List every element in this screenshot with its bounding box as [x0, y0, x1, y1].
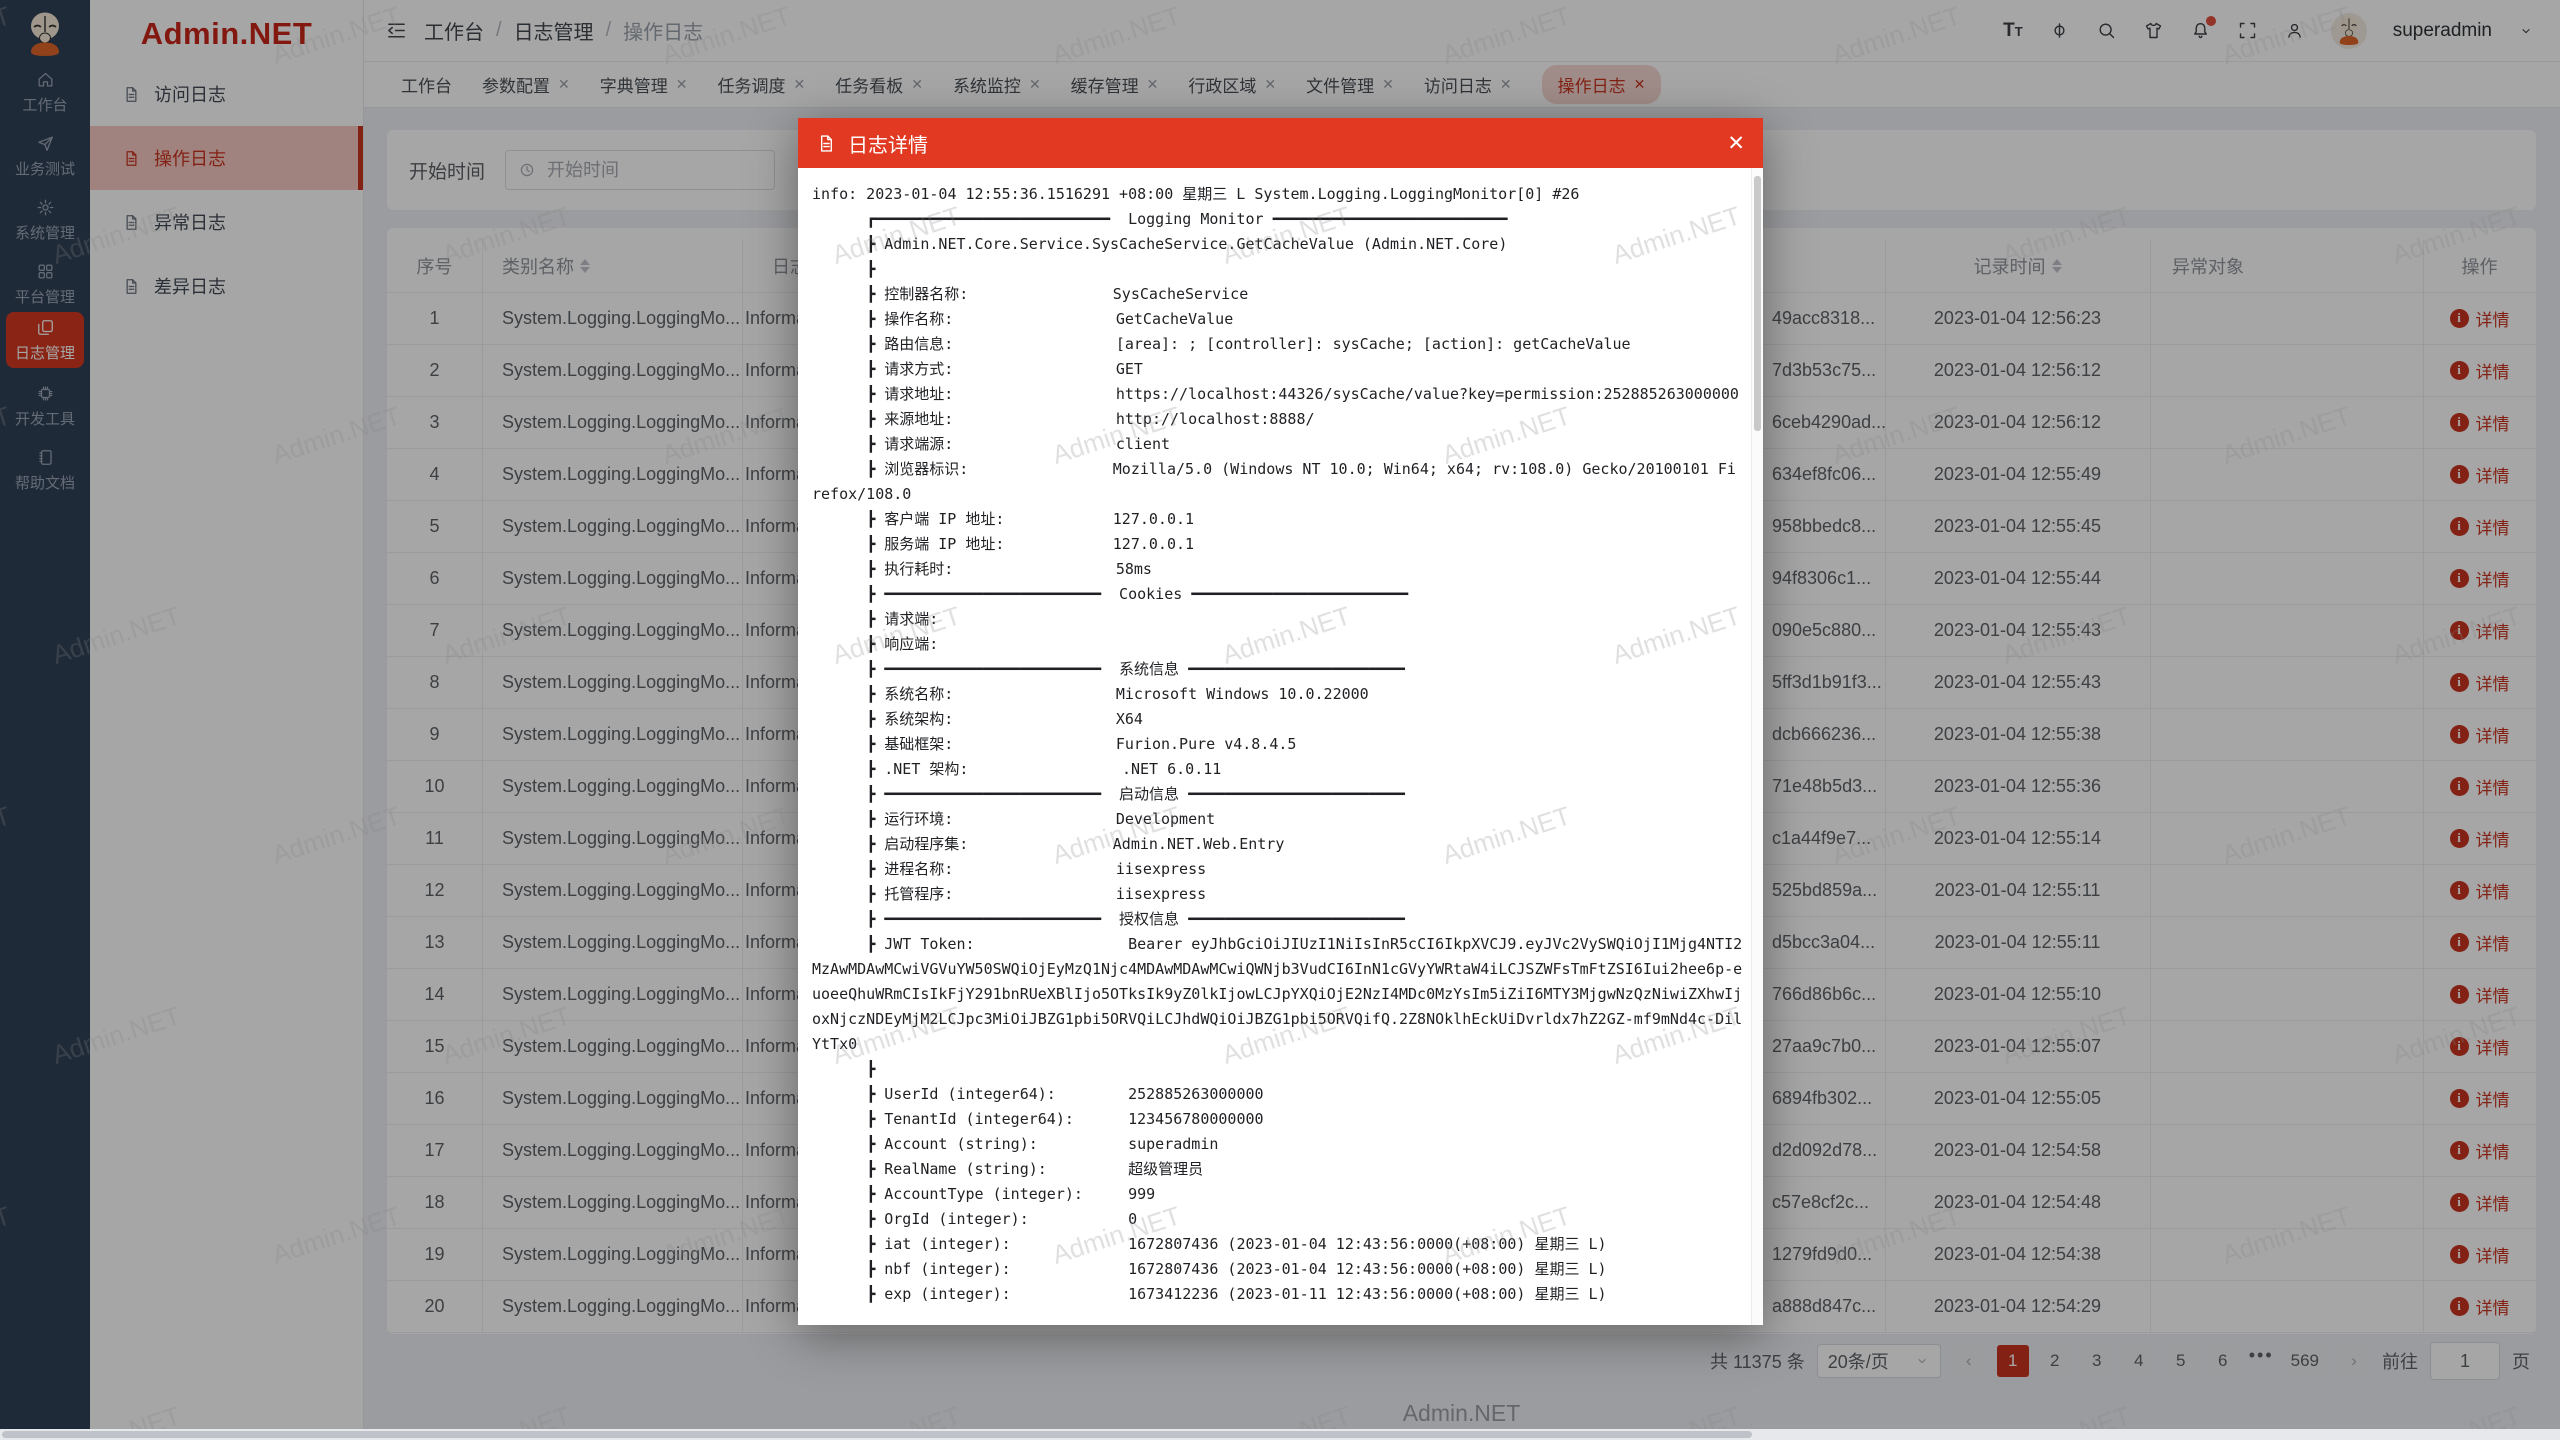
log-detail-text: info: 2023-01-04 12:55:36.1516291 +08:00… — [812, 182, 1744, 1307]
modal-header: 日志详情 ✕ — [798, 118, 1763, 168]
horizontal-scrollbar — [0, 1429, 2560, 1440]
log-detail-modal: 日志详情 ✕ info: 2023-01-04 12:55:36.1516291… — [798, 118, 1763, 1325]
modal-scrollbar-thumb[interactable] — [1754, 176, 1761, 431]
modal-scrollbar — [1751, 168, 1763, 1325]
document-icon — [816, 133, 837, 154]
modal-body: info: 2023-01-04 12:55:36.1516291 +08:00… — [798, 168, 1752, 1325]
horizontal-scrollbar-thumb[interactable] — [2, 1431, 1752, 1438]
app-root: 工作台业务测试系统管理平台管理日志管理开发工具帮助文档 Admin.NET 访问… — [0, 0, 2560, 1440]
close-icon[interactable]: ✕ — [1727, 133, 1745, 154]
modal-title: 日志详情 — [848, 129, 928, 158]
